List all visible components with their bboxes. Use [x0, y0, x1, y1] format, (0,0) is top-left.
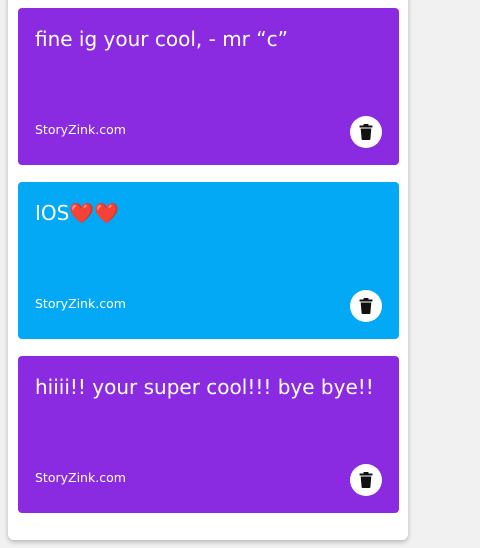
story-text: hiiii!! your super cool!!! bye bye!!: [35, 375, 374, 399]
story-card: fine ig your cool, - mr “c” StoryZink.co…: [18, 8, 399, 165]
trash-icon: [359, 472, 373, 488]
delete-button[interactable]: [350, 290, 382, 322]
story-footer: StoryZink.com: [35, 470, 126, 485]
trash-icon: [359, 298, 373, 314]
story-footer: StoryZink.com: [35, 122, 126, 137]
story-text: IOS❤️❤️: [35, 201, 120, 225]
delete-button[interactable]: [350, 116, 382, 148]
trash-icon: [359, 124, 373, 140]
story-footer: StoryZink.com: [35, 296, 126, 311]
story-card: IOS❤️❤️ StoryZink.com: [18, 182, 399, 339]
story-card: hiiii!! your super cool!!! bye bye!! Sto…: [18, 356, 399, 513]
story-text: fine ig your cool, - mr “c”: [35, 27, 288, 51]
delete-button[interactable]: [350, 464, 382, 496]
